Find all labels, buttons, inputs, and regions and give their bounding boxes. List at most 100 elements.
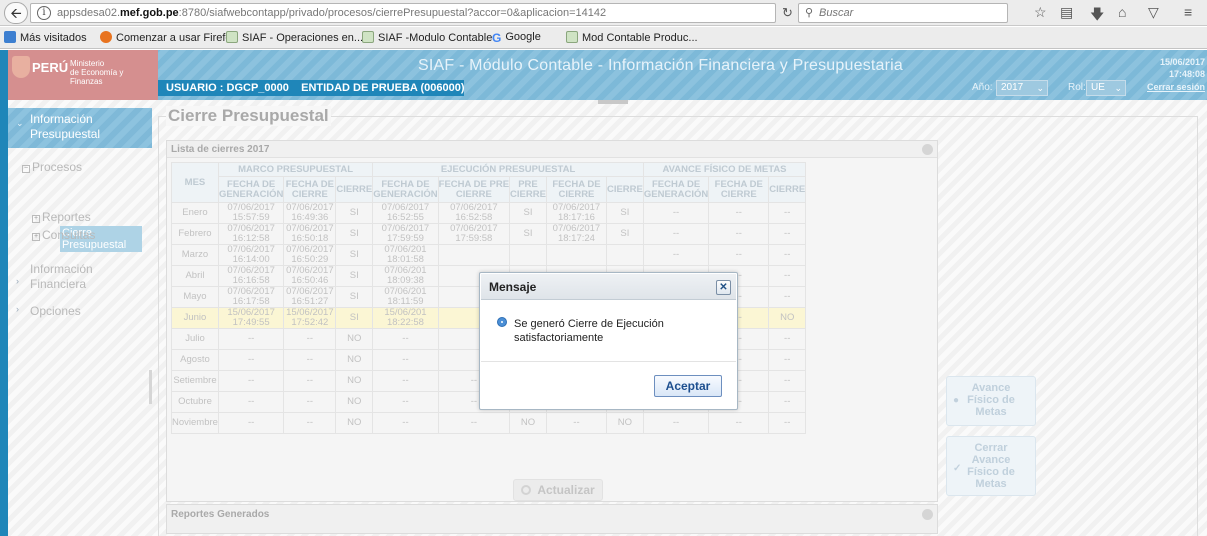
table-cell: 07/06/2017 18:17:16: [545, 202, 607, 224]
column-header-line: CIERRE: [336, 183, 373, 195]
cell-line: --: [402, 375, 409, 386]
column-header: FECHA DE PRE CIERRE: [437, 176, 511, 203]
grid-caption: Lista de cierres 2017: [167, 141, 937, 158]
shield-icon: [12, 56, 30, 78]
sidebar-item-label: Reportes: [42, 210, 91, 224]
browser-search-box[interactable]: ⚲: [798, 3, 1008, 23]
table-cell: 15/06/2017 17:49:55: [217, 307, 285, 329]
cell-line: 16:50:46: [291, 275, 329, 286]
logout-link[interactable]: Cerrar sesión: [1147, 82, 1205, 92]
accept-button[interactable]: Aceptar: [654, 375, 722, 397]
menu-icon[interactable]: ≡: [1184, 4, 1192, 20]
cell-line: --: [672, 417, 680, 428]
sidebar-section-label: Opciones: [30, 304, 81, 318]
bookmark-google[interactable]: G Google: [492, 31, 541, 45]
cell-line: 18:22:58: [386, 317, 424, 328]
download-icon[interactable]: 🡇: [1090, 4, 1104, 28]
sidebar-item-reportes[interactable]: + Reportes: [32, 210, 91, 224]
reading-list-icon[interactable]: ▤: [1060, 4, 1073, 21]
cell-line: --: [672, 207, 680, 218]
sidebar-item-consultas[interactable]: + Consultas: [32, 228, 95, 242]
table-cell: --: [768, 370, 807, 392]
bookmark-siaf-operaciones[interactable]: SIAF - Operaciones en...: [226, 31, 363, 44]
home-icon[interactable]: ⌂: [1118, 4, 1126, 20]
bookmark-mas-visitados[interactable]: Más visitados: [4, 31, 87, 44]
cell-line: NO: [347, 354, 362, 365]
table-cell: --: [545, 412, 607, 434]
bookmark-siaf-contable[interactable]: SIAF -Modulo Contable: [362, 31, 492, 44]
role-select[interactable]: UE ⌄: [1086, 80, 1126, 96]
table-row[interactable]: Noviembre -- -- NO -- -- NO -- NO -- -- --: [171, 412, 807, 434]
table-cell: 15/06/201 18:22:58: [372, 307, 439, 329]
url-text[interactable]: appsdesa02.mef.gob.pe:8780/siafwebcontap…: [57, 7, 606, 19]
star-icon[interactable]: ☆: [1034, 4, 1047, 21]
table-cell: NO: [605, 412, 644, 434]
search-input[interactable]: [819, 6, 999, 20]
cell-line: --: [784, 291, 791, 302]
table-cell: SI: [509, 223, 547, 245]
column-header-line: CIERRE: [558, 188, 595, 200]
bookmark-firefox[interactable]: Comenzar a usar Firefox: [100, 31, 237, 44]
close-icon[interactable]: ✕: [716, 280, 731, 295]
page-icon: [362, 31, 374, 43]
mef-logo[interactable]: PERÚ Ministerio de Economía y Finanzas: [8, 50, 158, 100]
sidebar-section-presupuestal[interactable]: ⌄ Información Presupuestal: [8, 108, 152, 148]
table-cell: NO: [335, 412, 374, 434]
cerrar-avance-button[interactable]: ✓ Cerrar Avance Físico de Metas: [946, 436, 1036, 496]
group-header-marco: MARCO PRESUPUESTAL: [217, 162, 374, 177]
address-bar[interactable]: i appsdesa02.mef.gob.pe:8780/siafwebcont…: [30, 3, 776, 23]
cell-mes: Julio: [171, 328, 219, 350]
table-cell: [437, 244, 511, 266]
table-row[interactable]: Enero 07/06/2017 15:57:59 07/06/2017 16:49:3…: [171, 202, 807, 224]
sidebar-section-opciones[interactable]: › Opciones: [16, 304, 81, 318]
reload-icon[interactable]: ↻: [782, 5, 793, 21]
collapse-panel-icon[interactable]: [922, 509, 933, 520]
expand-icon: +: [32, 233, 40, 241]
bookmark-mod-contable[interactable]: Mod Contable Produc...: [566, 31, 698, 44]
back-arrow-icon[interactable]: 🡨: [4, 2, 28, 24]
avance-fisico-button[interactable]: ● Avance Físico de Metas: [946, 376, 1036, 426]
column-header-mes: MES: [171, 162, 219, 203]
table-cell: SI: [335, 265, 374, 287]
column-header-line: FECHA DE: [552, 178, 601, 190]
table-cell: 07/06/2017 16:14:00: [217, 244, 285, 266]
left-edge-bar: [0, 50, 8, 536]
table-cell: 07/06/2017 15:57:59: [217, 202, 285, 224]
column-header: FECHA DE CIERRE: [545, 176, 607, 203]
dialog-title-bar[interactable]: Mensaje ✕: [481, 274, 736, 300]
table-cell: NO: [335, 349, 374, 371]
table-cell: 07/06/2017 16:52:58: [437, 202, 511, 224]
cell-line: --: [735, 228, 742, 239]
collapse-panel-icon[interactable]: [922, 144, 933, 155]
year-select[interactable]: 2017 ⌄: [996, 80, 1048, 96]
table-cell: --: [217, 349, 285, 371]
cell-line: 16:50:29: [291, 254, 329, 265]
column-header-line: FECHA DE: [381, 178, 430, 190]
table-cell: 15/06/2017 17:52:42: [283, 307, 337, 329]
sidebar-section-financiera[interactable]: › Información Financiera: [16, 262, 140, 292]
cell-line: 18:17:16: [557, 212, 595, 223]
chevron-down-icon: ⌄: [1114, 83, 1122, 93]
sidebar-item-procesos[interactable]: − Procesos: [22, 160, 82, 174]
cell-line: NO: [347, 375, 362, 386]
table-cell: 07/06/2017 16:50:18: [283, 223, 337, 245]
chevron-right-icon: ›: [16, 276, 19, 286]
table-cell: --: [283, 328, 337, 350]
pocket-icon[interactable]: ▽: [1148, 4, 1159, 21]
column-header: FECHA DE GENERACIÓN: [372, 176, 439, 203]
table-cell: 07/06/2017 16:16:58: [217, 265, 285, 287]
cell-line: --: [784, 207, 791, 218]
table-row[interactable]: Marzo 07/06/2017 16:14:00 07/06/2017 16:50:2…: [171, 244, 807, 266]
sidebar-resize-handle[interactable]: [149, 370, 152, 404]
table-row[interactable]: Febrero 07/06/2017 16:12:58 07/06/2017 16:50…: [171, 223, 807, 245]
table-cell: SI: [335, 223, 374, 245]
table-cell: --: [217, 412, 285, 434]
user-bar: USUARIO : DGCP_0000 ENTIDAD DE PRUEBA (0…: [158, 80, 465, 96]
bookmarks-icon: [4, 31, 16, 43]
button-line: Avance: [971, 382, 1011, 394]
cell-line: 16:16:58: [232, 275, 270, 286]
table-cell: --: [768, 265, 807, 287]
info-icon[interactable]: i: [37, 6, 51, 20]
cell-line: 16:52:58: [455, 212, 493, 223]
refresh-button[interactable]: Actualizar: [513, 479, 603, 501]
